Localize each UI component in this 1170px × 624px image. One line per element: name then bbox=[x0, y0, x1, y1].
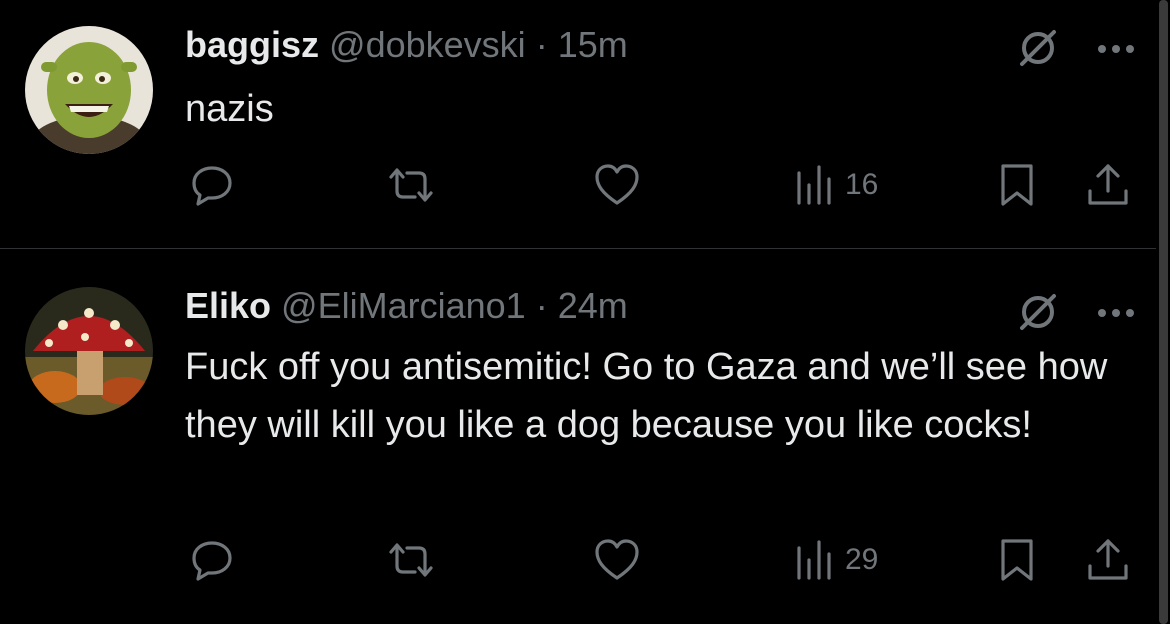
user-handle[interactable]: @dobkevski bbox=[329, 24, 526, 65]
share-button[interactable] bbox=[1085, 160, 1131, 210]
share-icon bbox=[1088, 164, 1128, 205]
tweet-corner-actions bbox=[1016, 290, 1136, 339]
bookmark-icon bbox=[1001, 164, 1033, 206]
separator-dot: · bbox=[535, 24, 548, 65]
tweet-header: Eliko @EliMarciano1 · 24m bbox=[185, 285, 628, 327]
avatar[interactable] bbox=[25, 26, 153, 154]
heart-icon bbox=[595, 164, 639, 205]
view-count: 16 bbox=[845, 168, 879, 201]
views-button[interactable]: 29 bbox=[795, 535, 878, 585]
grok-icon[interactable] bbox=[1016, 290, 1060, 339]
repost-icon bbox=[389, 168, 433, 202]
reply-button[interactable] bbox=[188, 535, 236, 585]
heart-icon bbox=[595, 539, 639, 580]
separator-dot: · bbox=[535, 285, 548, 326]
display-name[interactable]: Eliko bbox=[185, 285, 271, 326]
more-options-icon[interactable] bbox=[1096, 42, 1136, 60]
bookmark-icon bbox=[1001, 539, 1033, 581]
avatar[interactable] bbox=[25, 287, 153, 415]
views-button[interactable]: 16 bbox=[795, 160, 878, 210]
like-button[interactable] bbox=[592, 535, 642, 585]
mushroom-avatar-icon bbox=[25, 287, 153, 415]
tweet-text: nazis bbox=[185, 88, 274, 130]
share-icon bbox=[1088, 539, 1128, 580]
like-button[interactable] bbox=[592, 160, 642, 210]
reply-button[interactable] bbox=[188, 160, 236, 210]
tweet-corner-actions bbox=[1016, 26, 1136, 75]
shrek-avatar-icon bbox=[25, 26, 153, 154]
tweet-header: baggisz @dobkevski · 15m bbox=[185, 24, 628, 66]
tweet[interactable]: baggisz @dobkevski · 15m nazis 16 bbox=[0, 0, 1156, 249]
analytics-icon bbox=[797, 540, 831, 580]
display-name[interactable]: baggisz bbox=[185, 24, 319, 65]
tweet[interactable]: Eliko @EliMarciano1 · 24m Fuck off you a… bbox=[0, 249, 1156, 624]
bookmark-button[interactable] bbox=[997, 160, 1037, 210]
repost-button[interactable] bbox=[385, 535, 437, 585]
analytics-icon bbox=[797, 165, 831, 205]
user-handle[interactable]: @EliMarciano1 bbox=[281, 285, 526, 326]
view-count: 29 bbox=[845, 543, 879, 576]
repost-button[interactable] bbox=[385, 160, 437, 210]
bookmark-button[interactable] bbox=[997, 535, 1037, 585]
reply-icon bbox=[192, 166, 232, 206]
timestamp[interactable]: 15m bbox=[558, 24, 628, 65]
share-button[interactable] bbox=[1085, 535, 1131, 585]
timestamp[interactable]: 24m bbox=[558, 285, 628, 326]
action-bar: 16 bbox=[0, 160, 1156, 210]
repost-icon bbox=[389, 543, 433, 577]
scrollbar[interactable] bbox=[1159, 0, 1168, 624]
tweet-text: Fuck off you antisemitic! Go to Gaza and… bbox=[185, 346, 1108, 446]
reply-icon bbox=[192, 541, 232, 581]
more-options-icon[interactable] bbox=[1096, 306, 1136, 324]
grok-icon[interactable] bbox=[1016, 26, 1060, 75]
action-bar: 29 bbox=[0, 535, 1156, 585]
